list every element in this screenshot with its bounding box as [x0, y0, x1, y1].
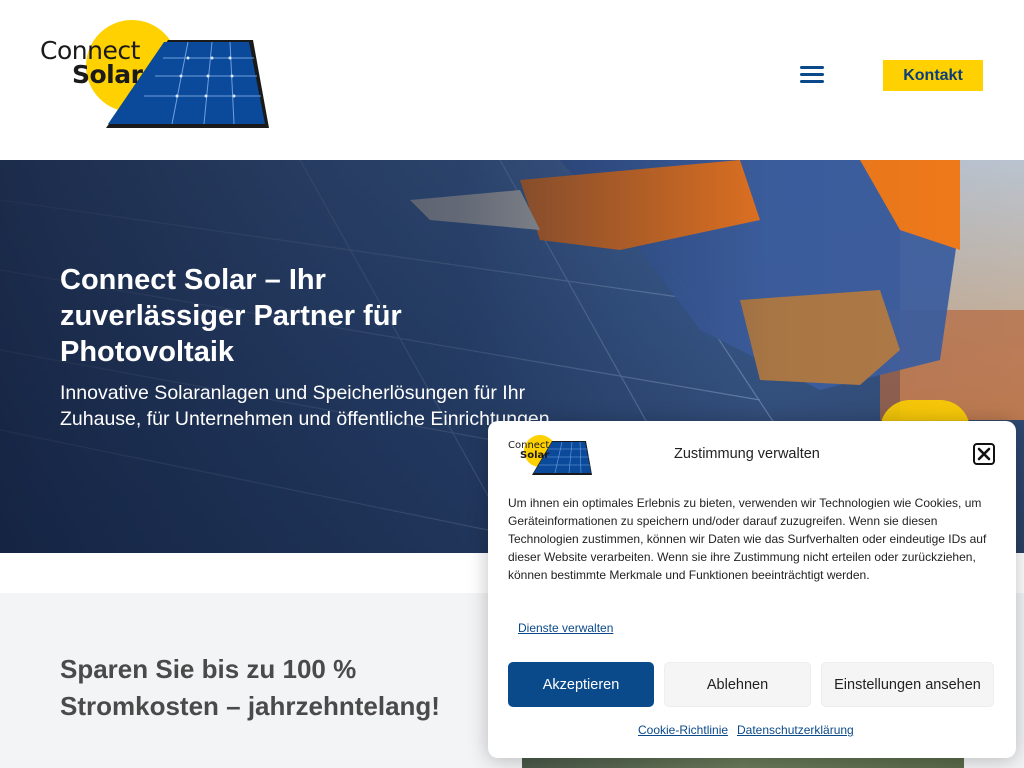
cookie-consent-dialog: Connect Solar Zustimmung verwalten Um ih… [488, 421, 1016, 758]
landscape-image [522, 757, 964, 768]
consent-logo-line-solar: Solar [520, 450, 550, 461]
connect-solar-logo[interactable]: Connect Solar [40, 20, 272, 132]
cookie-policy-link[interactable]: Cookie-Richtlinie [638, 723, 728, 737]
close-icon[interactable] [973, 443, 995, 465]
logo-wordmark: Connect Solar [40, 38, 143, 89]
consent-description: Um ihnen ein optimales Erlebnis zu biete… [508, 496, 987, 582]
manage-services-link[interactable]: Dienste verwalten [518, 621, 613, 635]
kontakt-button[interactable]: Kontakt [883, 60, 983, 91]
hero-title: Connect Solar – Ihr zuverlässiger Partne… [60, 264, 402, 368]
view-settings-button[interactable]: Einstellungen ansehen [821, 662, 994, 707]
savings-title: Sparen Sie bis zu 100 % Stromkosten – ja… [60, 654, 440, 721]
deny-button[interactable]: Ablehnen [664, 662, 811, 707]
consent-logo-wordmark: Connect Solar [508, 441, 549, 461]
consent-logo: Connect Solar [508, 435, 594, 477]
hero-subtitle: Innovative Solaranlagen und Speicherlösu… [60, 382, 550, 430]
hamburger-menu-icon[interactable] [800, 66, 824, 84]
accept-button[interactable]: Akzeptieren [508, 662, 654, 707]
logo-line-solar: Solar [72, 60, 143, 89]
site-header: Connect Solar Kontakt [0, 0, 1024, 160]
consent-title: Zustimmung verwalten [674, 446, 820, 462]
privacy-policy-link[interactable]: Datenschutzerklärung [737, 723, 854, 737]
